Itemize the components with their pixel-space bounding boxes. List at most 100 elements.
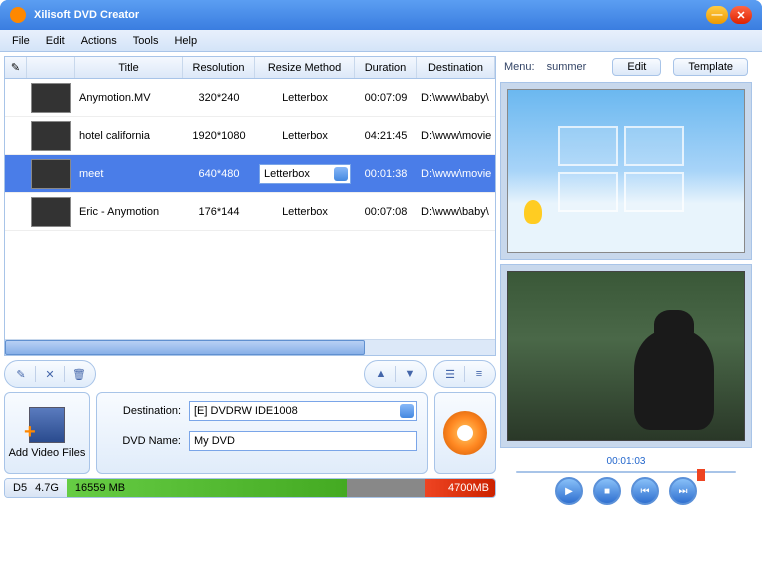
cell-dest: D:\www\baby\ bbox=[417, 206, 495, 218]
play-button[interactable]: ▶ bbox=[555, 477, 583, 505]
view-detail-button[interactable]: ≡ bbox=[467, 364, 491, 384]
destination-panel: Destination: [E] DVDRW IDE1008 DVD Name:… bbox=[96, 392, 428, 474]
cell-title: Eric - Anymotion bbox=[75, 206, 183, 218]
menu-slot bbox=[558, 126, 618, 166]
cell-duration: 04:21:45 bbox=[355, 130, 417, 142]
seek-bar[interactable] bbox=[516, 471, 736, 473]
col-thumb bbox=[27, 57, 75, 78]
col-checkbox[interactable]: ✎ bbox=[5, 57, 27, 78]
cell-resize: Letterbox bbox=[255, 206, 355, 218]
titlebar: Xilisoft DVD Creator — ✕ bbox=[0, 0, 762, 30]
playback-time: 00:01:03 bbox=[607, 456, 646, 467]
col-duration[interactable]: Duration bbox=[355, 57, 417, 78]
table-row[interactable]: Eric - Anymotion 176*144 Letterbox 00:07… bbox=[5, 193, 495, 231]
thumbnail bbox=[31, 159, 71, 189]
cell-resize: Letterbox bbox=[255, 92, 355, 104]
close-button[interactable]: ✕ bbox=[730, 6, 752, 24]
cell-duration: 00:07:08 bbox=[355, 206, 417, 218]
cell-resolution: 320*240 bbox=[183, 92, 255, 104]
destination-label: Destination: bbox=[107, 405, 181, 417]
free-space bbox=[347, 479, 425, 497]
next-button[interactable]: ⏭ bbox=[669, 477, 697, 505]
minimize-button[interactable]: — bbox=[706, 6, 728, 24]
disc-type: D5 bbox=[13, 482, 27, 494]
burn-icon bbox=[443, 411, 487, 455]
move-toolbar: ▲ ▼ bbox=[364, 360, 427, 388]
stop-button[interactable]: ■ bbox=[593, 477, 621, 505]
player-controls: 00:01:03 ▶ ■ ⏮ ⏭ bbox=[500, 452, 752, 508]
table-body: Anymotion.MV 320*240 Letterbox 00:07:09 … bbox=[5, 79, 495, 339]
col-destination[interactable]: Destination bbox=[417, 57, 495, 78]
delete-button[interactable]: ✕ bbox=[38, 364, 62, 384]
resize-dropdown[interactable]: Letterbox bbox=[259, 164, 351, 184]
dvd-name-label: DVD Name: bbox=[107, 435, 181, 447]
menu-actions[interactable]: Actions bbox=[81, 35, 117, 47]
seek-marker[interactable] bbox=[697, 469, 705, 481]
video-preview[interactable] bbox=[507, 271, 745, 441]
burn-button[interactable] bbox=[434, 392, 496, 474]
cell-resolution: 176*144 bbox=[183, 206, 255, 218]
capacity-bar: D5 4.7G 16559 MB 4700MB bbox=[4, 478, 496, 498]
video-player-pane bbox=[500, 264, 752, 448]
thumbnail bbox=[31, 83, 71, 113]
used-space: 16559 MB bbox=[67, 479, 347, 497]
menu-help[interactable]: Help bbox=[174, 35, 197, 47]
template-button[interactable]: Template bbox=[673, 58, 748, 76]
menu-edit[interactable]: Edit bbox=[46, 35, 65, 47]
cell-resolution: 640*480 bbox=[183, 168, 255, 180]
table-row[interactable]: hotel california 1920*1080 Letterbox 04:… bbox=[5, 117, 495, 155]
cell-duration: 00:07:09 bbox=[355, 92, 417, 104]
cell-dest: D:\www\baby\ bbox=[417, 92, 495, 104]
table-row[interactable]: meet 640*480 Letterbox 00:01:38 D:\www\m… bbox=[5, 155, 495, 193]
total-space: 4700MB bbox=[425, 479, 495, 497]
cell-resize[interactable]: Letterbox bbox=[255, 164, 355, 184]
menu-header: Menu: summer Edit Template bbox=[500, 56, 752, 78]
menu-template-name: summer bbox=[547, 61, 587, 73]
menu-file[interactable]: File bbox=[12, 35, 30, 47]
destination-dropdown[interactable]: [E] DVDRW IDE1008 bbox=[189, 401, 417, 421]
scrollbar-thumb[interactable] bbox=[5, 340, 365, 355]
cell-title: hotel california bbox=[75, 130, 183, 142]
menu-label: Menu: bbox=[504, 61, 535, 73]
add-video-files-button[interactable]: Add Video Files bbox=[4, 392, 90, 474]
horizontal-scrollbar[interactable] bbox=[5, 339, 495, 355]
move-down-button[interactable]: ▼ bbox=[398, 364, 422, 384]
app-icon bbox=[10, 7, 26, 23]
edit-menu-button[interactable]: Edit bbox=[612, 58, 661, 76]
tulip-decoration bbox=[518, 200, 552, 246]
add-files-label: Add Video Files bbox=[9, 447, 86, 459]
move-up-button[interactable]: ▲ bbox=[369, 364, 393, 384]
thumbnail bbox=[31, 197, 71, 227]
table-header: ✎ Title Resolution Resize Method Duratio… bbox=[5, 57, 495, 79]
prev-button[interactable]: ⏮ bbox=[631, 477, 659, 505]
cell-title: Anymotion.MV bbox=[75, 92, 183, 104]
edit-toolbar: ✎ ✕ 🗑 bbox=[4, 360, 96, 388]
cell-resolution: 1920*1080 bbox=[183, 130, 255, 142]
cell-resize: Letterbox bbox=[255, 130, 355, 142]
cell-dest: D:\www\movie bbox=[417, 130, 495, 142]
col-resolution[interactable]: Resolution bbox=[183, 57, 255, 78]
edit-button[interactable]: ✎ bbox=[9, 364, 33, 384]
disc-size: 4.7G bbox=[35, 482, 59, 494]
cell-title: meet bbox=[75, 168, 183, 180]
trash-button[interactable]: 🗑 bbox=[67, 364, 91, 384]
table-row[interactable]: Anymotion.MV 320*240 Letterbox 00:07:09 … bbox=[5, 79, 495, 117]
menu-preview[interactable] bbox=[507, 89, 745, 253]
menu-tools[interactable]: Tools bbox=[133, 35, 159, 47]
cell-duration: 00:01:38 bbox=[355, 168, 417, 180]
menu-slot bbox=[624, 172, 684, 212]
col-title[interactable]: Title bbox=[75, 57, 183, 78]
view-list-button[interactable]: ☰ bbox=[438, 364, 462, 384]
dvd-name-input[interactable]: My DVD bbox=[189, 431, 417, 451]
menu-slot bbox=[624, 126, 684, 166]
window-title: Xilisoft DVD Creator bbox=[34, 9, 139, 21]
menubar: File Edit Actions Tools Help bbox=[0, 30, 762, 52]
menu-preview-pane bbox=[500, 82, 752, 260]
video-table: ✎ Title Resolution Resize Method Duratio… bbox=[4, 56, 496, 356]
col-resize[interactable]: Resize Method bbox=[255, 57, 355, 78]
thumbnail bbox=[31, 121, 71, 151]
video-frame-content bbox=[634, 330, 714, 430]
menu-slot bbox=[558, 172, 618, 212]
add-files-icon bbox=[29, 407, 65, 443]
view-toolbar: ☰ ≡ bbox=[433, 360, 496, 388]
